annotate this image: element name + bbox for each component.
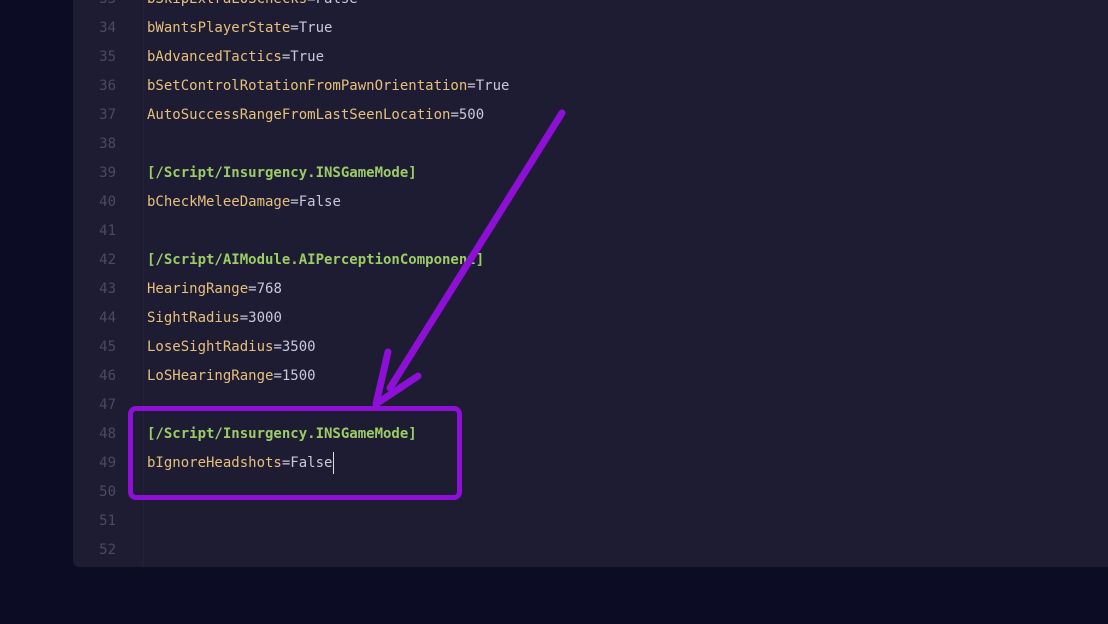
equals-sign: = <box>273 339 282 355</box>
config-value: 3000 <box>248 310 282 326</box>
config-key: bSkipExtraLOSChecks <box>147 0 307 7</box>
line-number: 38 <box>99 136 116 152</box>
code-line[interactable]: 43 HearingRange=768 <box>73 275 1108 304</box>
code-text: bSetControlRotationFromPawnOrientation=T… <box>147 72 509 101</box>
line-number: 33 <box>73 0 116 14</box>
code-line[interactable]: 33 bSkipExtraLOSChecks=False <box>73 0 1108 14</box>
code-line[interactable]: 46 LoSHearingRange=1500 <box>73 362 1108 391</box>
code-line[interactable]: 44 SightRadius=3000 <box>73 304 1108 333</box>
equals-sign: = <box>290 194 299 210</box>
code-line[interactable]: 41 <box>73 217 1108 246</box>
code-text: bWantsPlayerState=True <box>147 14 332 43</box>
code-text: bAdvancedTactics=True <box>147 43 324 72</box>
line-number: 46 <box>99 368 116 384</box>
config-key: LoSHearingRange <box>147 368 274 384</box>
line-number: 50 <box>99 484 116 500</box>
section-header: [/Script/AIModule.AIPerceptionComponent] <box>147 246 484 275</box>
line-number: 39 <box>99 165 116 181</box>
config-value: False <box>298 194 341 210</box>
line-number: 48 <box>99 426 116 442</box>
code-line[interactable]: 42 [/Script/AIModule.AIPerceptionComponen… <box>73 246 1108 275</box>
config-value: 768 <box>256 281 282 297</box>
line-number: 52 <box>99 542 116 558</box>
code-line[interactable]: 52 <box>73 536 1108 565</box>
equals-sign: = <box>450 107 459 123</box>
config-key: bWantsPlayerState <box>147 20 291 36</box>
config-key: bSetControlRotationFromPawnOrientation <box>147 78 468 94</box>
section-name: [/Script/AIModule.AIPerceptionComponent] <box>147 252 485 268</box>
code-line[interactable]: 39 [/Script/Insurgency.INSGameMode] <box>73 159 1108 188</box>
code-text: LoSHearingRange=1500 <box>147 362 316 391</box>
config-key: bCheckMeleeDamage <box>147 194 291 210</box>
code-line[interactable]: 50 <box>73 478 1108 507</box>
line-number: 37 <box>99 107 116 123</box>
equals-sign: = <box>239 310 249 326</box>
code-text: SightRadius=3000 <box>147 304 282 333</box>
config-value: 500 <box>458 107 485 123</box>
config-value: 1500 <box>281 368 316 384</box>
code-line[interactable]: 38 <box>73 130 1108 159</box>
config-value: True <box>290 49 325 65</box>
config-value: False <box>316 0 358 7</box>
equals-sign: = <box>290 20 299 36</box>
section-header: [/Script/Insurgency.INSGameMode] <box>147 159 417 188</box>
code-editor[interactable]: 33bSkipExtraLOSChecks=False34bWantsPlaye… <box>73 0 1108 567</box>
config-key: bAdvancedTactics <box>147 49 282 65</box>
code-text: AutoSuccessRangeFromLastSeenLocation=500 <box>147 101 484 130</box>
line-number: 40 <box>99 194 116 210</box>
code-line[interactable]: 36 bSetControlRotationFromPawnOrientation… <box>73 72 1108 101</box>
config-key: HearingRange <box>147 281 249 297</box>
line-number: 42 <box>99 252 116 268</box>
line-number: 43 <box>99 281 116 297</box>
config-key: LoseSightRadius <box>147 339 274 355</box>
code-line[interactable]: 49 bIgnoreHeadshots=False <box>73 449 1108 478</box>
equals-sign: = <box>467 78 476 94</box>
code-line[interactable]: 37 AutoSuccessRangeFromLastSeenLocation=5… <box>73 101 1108 130</box>
code-text: bSkipExtraLOSChecks=False <box>147 0 358 14</box>
line-number: 34 <box>99 20 116 36</box>
code-line[interactable]: 51 <box>73 507 1108 536</box>
code-text: bIgnoreHeadshots=False <box>147 449 335 478</box>
text-cursor <box>333 452 335 474</box>
code-line[interactable]: 34 bWantsPlayerState=True <box>73 14 1108 43</box>
line-number: 41 <box>99 223 116 239</box>
config-value: True <box>298 20 333 36</box>
code-line[interactable]: 45 LoseSightRadius=3500 <box>73 333 1108 362</box>
code-line[interactable]: 40 bCheckMeleeDamage=False <box>73 188 1108 217</box>
line-number: 36 <box>99 78 116 94</box>
config-value: True <box>475 78 510 94</box>
line-number: 44 <box>99 310 116 326</box>
line-number: 47 <box>99 397 116 413</box>
line-number: 49 <box>99 455 116 471</box>
code-text: LoseSightRadius=3500 <box>147 333 316 362</box>
section-name: [/Script/Insurgency.INSGameMode] <box>147 426 417 442</box>
config-key: AutoSuccessRangeFromLastSeenLocation <box>147 107 451 123</box>
line-number: 35 <box>99 49 116 65</box>
section-header: [/Script/Insurgency.INSGameMode] <box>147 420 417 449</box>
config-value: False <box>290 455 333 471</box>
code-text: HearingRange=768 <box>147 275 282 304</box>
section-name: [/Script/Insurgency.INSGameMode] <box>147 165 417 181</box>
equals-sign: = <box>248 281 257 297</box>
code-line[interactable]: 35 bAdvancedTactics=True <box>73 43 1108 72</box>
config-key: bIgnoreHeadshots <box>147 455 282 471</box>
equals-sign: = <box>273 368 282 384</box>
code-line[interactable]: 47 <box>73 391 1108 420</box>
code-line[interactable]: 48 [/Script/Insurgency.INSGameMode] <box>73 420 1108 449</box>
config-key: SightRadius <box>147 310 240 326</box>
line-number: 45 <box>99 339 116 355</box>
config-value: 3500 <box>281 339 316 355</box>
equals-sign: = <box>307 0 315 7</box>
code-text: bCheckMeleeDamage=False <box>147 188 341 217</box>
line-number: 51 <box>99 513 116 529</box>
